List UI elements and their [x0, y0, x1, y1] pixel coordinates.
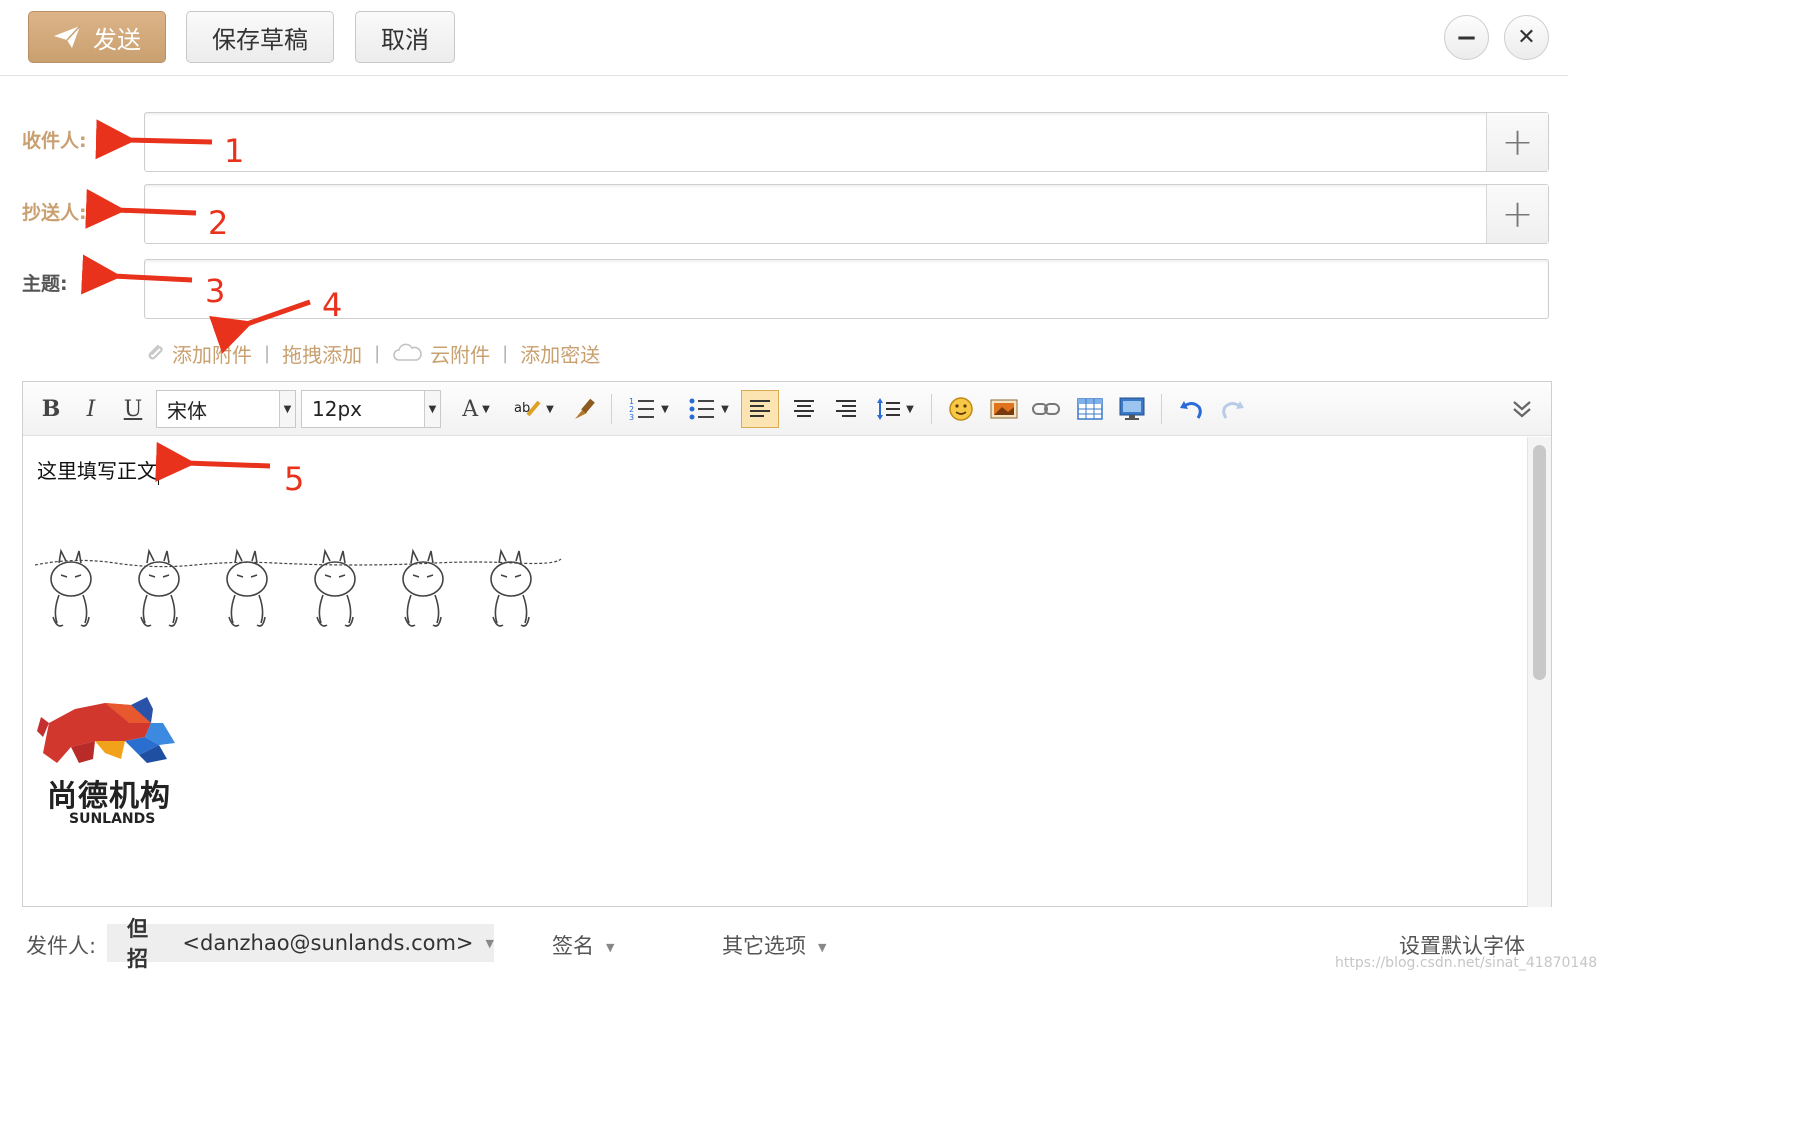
table-icon[interactable] [1071, 390, 1109, 428]
font-color-icon[interactable]: A ▼ [453, 390, 499, 428]
to-input[interactable] [145, 113, 1485, 171]
close-icon: ✕ [1517, 25, 1536, 50]
expand-icon[interactable] [1507, 390, 1537, 428]
highlight-icon[interactable]: ab ▼ [507, 390, 559, 428]
save-draft-button[interactable]: 保存草稿 [186, 11, 334, 63]
add-attachment-label: 添加附件 [172, 342, 252, 367]
ordered-list-icon[interactable]: 1 2 3 ▼ [623, 390, 675, 428]
chevron-down-icon: ▼ [818, 940, 827, 954]
line-height-icon[interactable]: ▼ [869, 390, 921, 428]
logo-english-name: SUNLANDS [69, 811, 156, 827]
cc-field[interactable]: + [144, 184, 1549, 244]
top-toolbar: 发送 保存草稿 取消 − ✕ [0, 0, 1568, 76]
signature-dropdown[interactable]: 签名 ▼ [552, 930, 614, 960]
watermark: https://blog.csdn.net/sinat_41870148 [1335, 955, 1598, 971]
add-recipient-button[interactable]: + [1486, 113, 1548, 171]
bold-icon[interactable]: B [37, 390, 65, 428]
sender-email: <danzhao@sunlands.com> [182, 931, 474, 955]
annotation-number-2: 2 [208, 204, 229, 242]
italic-icon[interactable]: I [77, 390, 105, 428]
add-bcc-link[interactable]: 添加密送 [520, 339, 600, 368]
redo-icon[interactable] [1215, 390, 1251, 428]
sender-name: 但招 [127, 917, 148, 971]
toolbar-divider [931, 394, 932, 424]
cc-input[interactable] [145, 185, 1485, 243]
separator: | [374, 342, 381, 364]
to-field[interactable]: + [144, 112, 1549, 172]
undo-icon[interactable] [1173, 390, 1209, 428]
chevron-down-icon: ▼ [485, 936, 494, 950]
bull-logo-icon [37, 697, 175, 763]
to-label: 收件人: [22, 130, 87, 152]
cloud-icon [393, 343, 422, 361]
align-left-icon[interactable] [741, 390, 779, 428]
paperclip-icon [148, 344, 163, 360]
cancel-button[interactable]: 取消 [355, 11, 455, 63]
body-text-value: 这里填写正文 [37, 459, 157, 483]
company-logo: 尚德机构 SUNLANDS [35, 697, 185, 827]
font-size-value: 12px [312, 397, 362, 421]
plus-icon: + [1501, 192, 1534, 236]
subject-label: 主题: [22, 273, 68, 295]
underline-icon[interactable]: U [119, 390, 147, 428]
emoji-icon[interactable] [943, 390, 979, 428]
font-size-select[interactable]: 12px ▼ [301, 390, 441, 428]
font-family-select[interactable]: 宋体 ▼ [156, 390, 296, 428]
send-button[interactable]: 发送 [28, 11, 166, 63]
toolbar-divider [1161, 394, 1162, 424]
svg-text:3: 3 [629, 413, 634, 422]
minimize-button[interactable]: − [1444, 15, 1489, 60]
annotation-number-5: 5 [284, 460, 305, 498]
rabbit-doodle-image [35, 548, 562, 627]
minus-icon: − [1455, 22, 1478, 53]
subject-field[interactable] [144, 259, 1549, 319]
add-attachment-link[interactable]: 添加附件 [144, 339, 252, 368]
cc-label: 抄送人: [22, 202, 87, 224]
toolbar-divider [611, 394, 612, 424]
plus-icon: + [1501, 120, 1534, 164]
image-icon[interactable] [985, 390, 1023, 428]
editor-content[interactable]: 这里填写正文 尚德机构 SUNLANDS [23, 437, 1525, 907]
text-caret [158, 460, 159, 485]
annotation-number-1: 1 [224, 132, 245, 170]
signature-label: 签名 [552, 934, 594, 958]
body-text[interactable]: 这里填写正文 [37, 455, 159, 485]
annotation-number-4: 4 [322, 286, 343, 324]
separator: | [502, 342, 509, 364]
other-options-dropdown[interactable]: 其它选项 ▼ [722, 930, 826, 960]
screenshot-icon[interactable] [1113, 390, 1151, 428]
align-right-icon[interactable] [827, 390, 865, 428]
scrollbar-thumb[interactable] [1533, 445, 1546, 680]
annotation-number-3: 3 [205, 272, 226, 310]
paper-plane-icon [54, 25, 81, 48]
send-label: 发送 [93, 25, 141, 54]
logo-chinese-name: 尚德机构 [47, 779, 171, 814]
sender-label: 发件人: [26, 934, 97, 958]
attachment-row: 添加附件 | 拖拽添加 | 云附件 | 添加密送 [144, 335, 600, 371]
chevron-down-icon: ▼ [606, 940, 615, 954]
align-center-icon[interactable] [785, 390, 823, 428]
other-options-label: 其它选项 [722, 934, 806, 958]
editor-toolbar: B I U 宋体 ▼ 12px ▼ A ▼ ab ▼ 1 2 3 ▼ ▼ ▼ [23, 382, 1551, 436]
font-color-glyph: A [462, 396, 479, 422]
link-icon[interactable] [1027, 390, 1065, 428]
editor-scrollbar[interactable] [1527, 437, 1551, 907]
chevron-down-icon: ▼ [424, 391, 440, 427]
compose-footer: 发件人: 但招 <danzhao@sunlands.com> ▼ 签名 ▼ 其它选… [0, 917, 1568, 971]
close-button[interactable]: ✕ [1504, 15, 1549, 60]
format-brush-icon[interactable] [567, 390, 603, 428]
sender-select[interactable]: 但招 <danzhao@sunlands.com> ▼ [107, 917, 494, 971]
chevron-down-icon: ▼ [279, 391, 295, 427]
cloud-attachment-link[interactable]: 云附件 [392, 339, 490, 368]
add-cc-button[interactable]: + [1486, 185, 1548, 243]
unordered-list-icon[interactable]: ▼ [683, 390, 735, 428]
cloud-attachment-label: 云附件 [430, 342, 491, 367]
drag-add-link[interactable]: 拖拽添加 [282, 339, 362, 368]
separator: | [264, 342, 271, 364]
rich-text-editor: B I U 宋体 ▼ 12px ▼ A ▼ ab ▼ 1 2 3 ▼ ▼ ▼ 这… [22, 381, 1552, 907]
subject-input[interactable] [145, 260, 1548, 318]
font-family-value: 宋体 [167, 398, 207, 423]
